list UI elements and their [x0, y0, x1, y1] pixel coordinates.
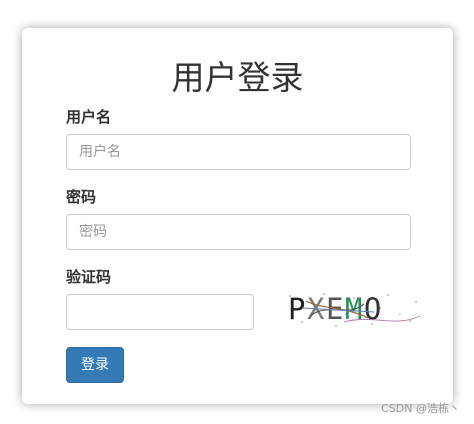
password-label: 密码: [66, 188, 97, 206]
captcha-char: O: [364, 292, 383, 326]
captcha-label: 验证码: [66, 268, 112, 286]
captcha-char: P: [288, 292, 307, 326]
captcha-image[interactable]: PXEMO: [284, 288, 422, 330]
captcha-input[interactable]: [66, 294, 254, 330]
login-button[interactable]: 登录: [66, 347, 124, 383]
login-card: 用户登录 用户名 密码 验证码 PXEMO 登录: [22, 28, 453, 404]
page-title: 用户登录: [171, 58, 304, 97]
password-input[interactable]: [66, 214, 411, 250]
username-input[interactable]: [66, 134, 411, 170]
username-label: 用户名: [66, 108, 112, 126]
watermark-text: CSDN @浩栋丶: [381, 402, 460, 415]
